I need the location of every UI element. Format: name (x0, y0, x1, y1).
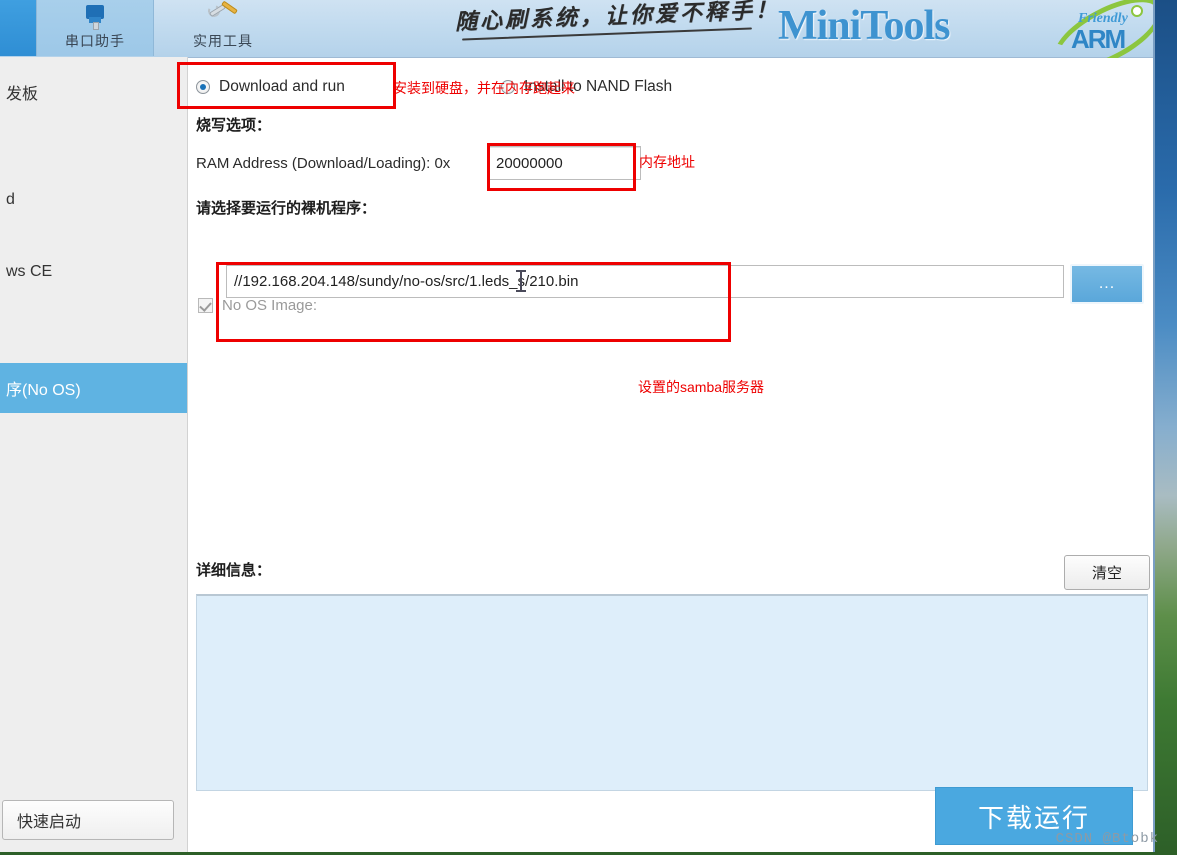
tab-serial-assistant[interactable]: 串口助手 (36, 0, 154, 56)
browse-button[interactable]: ... (1070, 264, 1144, 304)
sidebar-item-board[interactable]: 发板 (0, 67, 187, 117)
sidebar-item-android[interactable]: d (0, 175, 187, 225)
sidebar-item-label-3: 序(No OS) (6, 382, 81, 399)
radio-download-and-run[interactable]: Download and run (196, 75, 345, 99)
radio-install-to-nand-dot[interactable] (501, 80, 515, 94)
quick-start-label: 快速启动 (17, 814, 82, 831)
image-path-input[interactable]: //192.168.204.148/sundy/no-os/src/1.leds… (226, 265, 1064, 298)
no-os-image-checkbox-row[interactable]: No OS Image: (198, 297, 317, 314)
tab-label-1: 串口助手 (65, 33, 125, 49)
tab-utility-tools[interactable]: 实用工具 (155, 0, 291, 56)
radio-download-and-run-label: Download and run (219, 78, 345, 95)
ram-address-label: RAM Address (Download/Loading): 0x (196, 155, 451, 172)
app-header: 串口助手 实用工具 随心刷系统，让你爱不释手！ MiniTools Friend… (0, 0, 1153, 86)
sidebar-item-label-2: ws CE (6, 263, 53, 280)
log-output-area[interactable] (196, 594, 1148, 791)
sidebar-item-windows-ce[interactable]: ws CE (0, 247, 187, 297)
serial-plug-icon (82, 2, 108, 30)
tab-active-current[interactable] (0, 0, 36, 56)
wrench-screwdriver-icon (206, 0, 238, 30)
minitools-window: 串口助手 实用工具 随心刷系统，让你爱不释手！ MiniTools Friend… (0, 0, 1155, 852)
details-title: 详细信息： (196, 562, 272, 579)
main-content-panel: Download and run Install to NAND Flash 烧… (188, 58, 1153, 852)
friendlyarm-logo: Friendly ARM (1042, 0, 1153, 86)
clear-label: 清空 (1091, 565, 1122, 582)
select-program-title: 请选择要运行的裸机程序： (196, 200, 377, 217)
left-sidebar: 发板 d ws CE 序(No OS) 快速启动 (0, 57, 188, 852)
quick-start-button[interactable]: 快速启动 (2, 800, 174, 840)
no-os-image-label: No OS Image: (222, 297, 318, 314)
ram-address-value: 20000000 (496, 154, 563, 172)
sidebar-item-no-os[interactable]: 序(No OS) (0, 363, 187, 413)
clear-log-button[interactable]: 清空 (1064, 555, 1150, 590)
sidebar-item-label-1: d (6, 191, 15, 208)
radio-install-to-nand[interactable]: Install to NAND Flash (501, 75, 672, 99)
radio-install-to-nand-label: Install to NAND Flash (524, 78, 673, 95)
radio-download-and-run-dot[interactable] (196, 80, 210, 94)
image-path-value: //192.168.204.148/sundy/no-os/src/1.leds… (234, 273, 579, 290)
logo-arm-text: ARM (1071, 24, 1126, 54)
burn-options-title: 烧写选项： (196, 117, 272, 134)
ram-address-input[interactable]: 20000000 (488, 146, 641, 180)
logo-dot (1131, 5, 1143, 17)
no-os-image-checkbox[interactable] (198, 298, 213, 313)
download-run-button[interactable]: 下载运行 (935, 787, 1133, 845)
download-run-label: 下载运行 (977, 802, 1090, 833)
tab-label-2: 实用工具 (193, 33, 253, 49)
sidebar-item-label-0: 发板 (6, 86, 39, 103)
browse-label: ... (1098, 275, 1116, 292)
brand-title: MiniTools (778, 3, 951, 49)
